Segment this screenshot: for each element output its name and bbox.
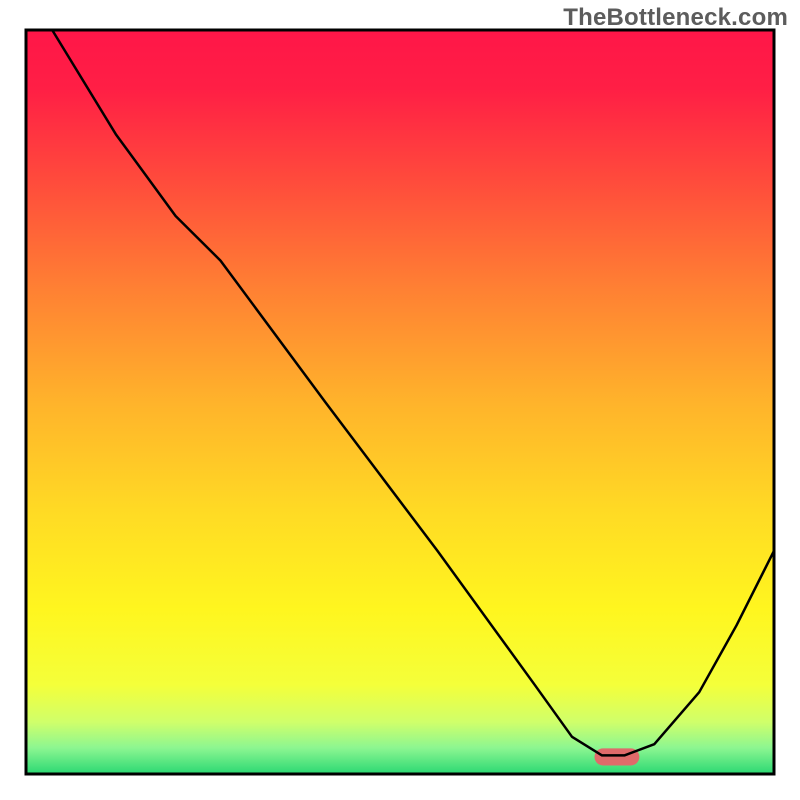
watermark-text: TheBottleneck.com (563, 4, 788, 32)
optimal-range-marker (594, 748, 639, 765)
plot-background (26, 30, 774, 774)
chart-container: TheBottleneck.com (0, 0, 800, 800)
bottleneck-chart (0, 0, 800, 800)
